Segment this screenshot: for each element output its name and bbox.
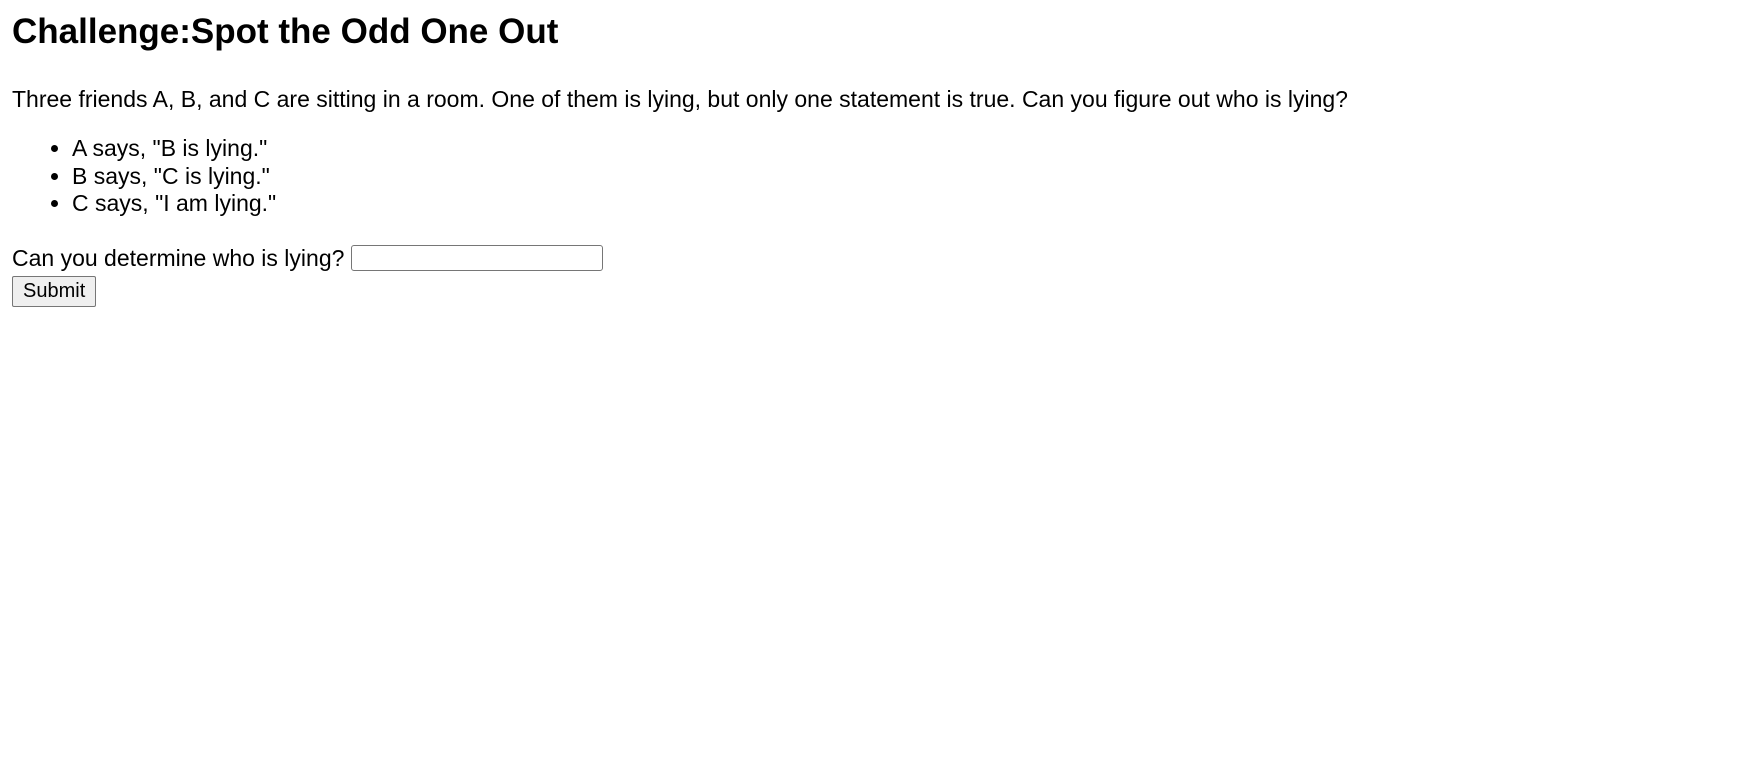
question-row: Can you determine who is lying?: [12, 243, 1743, 274]
question-label: Can you determine who is lying?: [12, 244, 345, 271]
statements-list: A says, "B is lying." B says, "C is lyin…: [12, 135, 1743, 218]
page: Challenge:Spot the Odd One Out Three fri…: [0, 0, 1743, 307]
statement-a: A says, "B is lying.": [72, 135, 1743, 163]
statement-b: B says, "C is lying.": [72, 163, 1743, 191]
page-title: Challenge:Spot the Odd One Out: [12, 12, 559, 51]
answer-input[interactable]: [351, 245, 604, 271]
submit-button[interactable]: Submit: [12, 275, 97, 307]
puzzle-intro: Three friends A, B, and C are sitting in…: [12, 86, 1348, 112]
statement-c: C says, "I am lying.": [72, 190, 1743, 218]
